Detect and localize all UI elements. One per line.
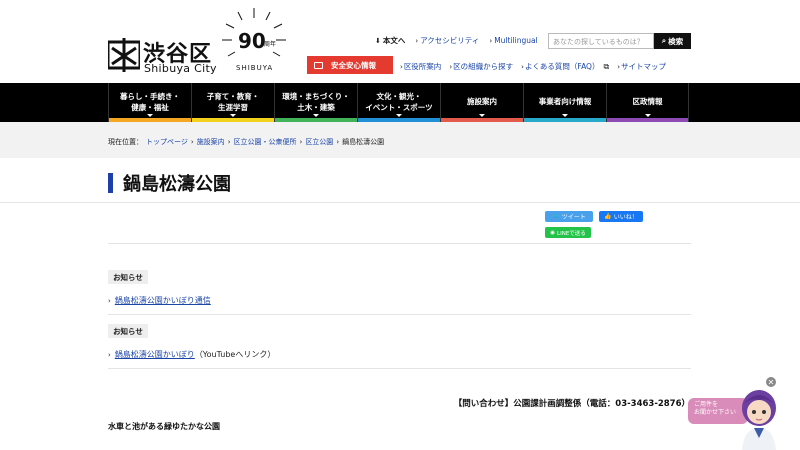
search-button[interactable]: ⌕ 検索 xyxy=(654,33,691,49)
sitemap-label[interactable]: サイトマップ xyxy=(621,61,666,72)
chevron-right-icon: › xyxy=(449,62,453,71)
chevron-right-icon: › xyxy=(521,62,524,71)
chevron-down-icon xyxy=(230,114,236,117)
divider xyxy=(108,243,691,244)
line-share-button[interactable]: ◉ LINEで送る xyxy=(545,227,591,238)
breadcrumb-current: 鍋島松濤公園 xyxy=(342,138,385,146)
gnav-item-business[interactable]: 事業者向け情報 xyxy=(523,83,606,122)
gnav-item-label: 暮らし・手続き・ 健康・福祉 xyxy=(120,92,180,112)
gnav-item-label: 事業者向け情報 xyxy=(538,97,592,107)
sitemap-link[interactable]: › サイトマップ xyxy=(617,61,666,72)
gnav-item-culture[interactable]: 文化・観光・ イベント・スポーツ xyxy=(357,83,440,122)
arrow-down-icon: ⬇ xyxy=(375,36,381,45)
organization-link[interactable]: › 区の組織から探す xyxy=(449,61,513,72)
chevron-right-icon: › xyxy=(299,138,303,146)
skip-to-main-label[interactable]: 本文へ xyxy=(383,35,406,46)
chevron-down-icon xyxy=(396,114,402,117)
breadcrumb-item[interactable]: 施設案内 xyxy=(197,137,225,147)
chevron-right-icon: › xyxy=(617,62,620,71)
chevron-right-icon: › xyxy=(108,350,111,359)
safety-info-label: 安全安心情報 xyxy=(331,60,376,70)
chevron-down-icon xyxy=(562,114,568,117)
notice-label: お知らせ xyxy=(108,324,148,338)
global-nav-items: 暮らし・手続き・ 健康・福祉 子育て・教育・ 生涯学習 環境・まちづくり・ 土木… xyxy=(108,83,689,122)
twitter-bird-icon: 🐦 xyxy=(552,213,560,220)
like-label: いいね！ xyxy=(613,214,638,221)
briefcase-icon xyxy=(314,61,323,69)
notice-link[interactable]: 鍋島松濤公園かいぼり通信 xyxy=(115,295,211,306)
accessibility-link[interactable]: › アクセシビリティ xyxy=(415,35,479,46)
tweet-button[interactable]: 🐦 ツイート xyxy=(545,211,593,222)
breadcrumb-prefix: 現在位置： xyxy=(108,138,143,146)
title-accent-bar xyxy=(108,173,113,193)
gnav-item-label: 子育て・教育・ 生涯学習 xyxy=(206,92,260,112)
gnav-item-facilities[interactable]: 施設案内 xyxy=(440,83,523,122)
chevron-right-icon: › xyxy=(190,138,194,146)
gnav-item-administration[interactable]: 区政情報 xyxy=(606,83,689,122)
sub-nav: › 区役所案内 › 区の組織から探す › よくある質問（FAQ） ⧉ › サイト… xyxy=(400,61,666,72)
logo-subtext: Shibuya City xyxy=(144,62,217,75)
site-header: 渋谷区 Shibuya City 90 周年 SHIBUYA ⬇ 本文へ › ア… xyxy=(0,0,800,83)
notice-item: › 鍋島松濤公園かいぼり （YouTubeへリンク） xyxy=(108,349,275,360)
chevron-down-icon xyxy=(313,114,319,117)
gnav-item-label: 環境・まちづくり・ 土木・建築 xyxy=(282,92,350,112)
chevron-right-icon: › xyxy=(336,138,340,146)
search-icon: ⌕ xyxy=(661,36,667,45)
search-input[interactable]: あなたの探しているものは？ xyxy=(548,33,654,49)
breadcrumb: 現在位置： トップページ › 施設案内 › 区立公園・公衆便所 › 区立公園 ›… xyxy=(108,137,384,147)
multilingual-link[interactable]: › Multilingual xyxy=(489,36,537,45)
accessibility-label[interactable]: アクセシビリティ xyxy=(420,35,479,46)
search-button-label: 検索 xyxy=(668,36,684,46)
global-nav: 暮らし・手続き・ 健康・福祉 子育て・教育・ 生涯学習 環境・まちづくり・ 土木… xyxy=(0,83,800,122)
contact-info: 【問い合わせ】公園課計画調整係（電話：03-3463-2876） xyxy=(453,399,690,409)
utility-nav: ⬇ 本文へ › アクセシビリティ › Multilingual xyxy=(375,35,538,46)
multilingual-label[interactable]: Multilingual xyxy=(494,36,537,45)
chevron-right-icon: › xyxy=(415,36,419,45)
skip-to-main-link[interactable]: ⬇ 本文へ xyxy=(375,35,405,46)
notice-item: › 鍋島松濤公園かいぼり通信 xyxy=(108,295,211,306)
tweet-label: ツイート xyxy=(561,214,586,221)
gnav-item-life[interactable]: 暮らし・手続き・ 健康・福祉 xyxy=(108,83,191,122)
safety-info-button[interactable]: 安全安心情報 xyxy=(307,56,393,74)
line-icon: ◉ xyxy=(550,229,556,236)
notice-label: お知らせ xyxy=(108,270,148,284)
gnav-item-label: 文化・観光・ イベント・スポーツ xyxy=(365,92,433,112)
anniversary-text: SHIBUYA xyxy=(236,64,274,72)
organization-label[interactable]: 区の組織から探す xyxy=(453,61,513,72)
page-title-wrap: 鍋島松濤公園 xyxy=(108,170,231,196)
notice-suffix: （YouTubeへリンク） xyxy=(194,350,276,359)
anniversary-unit: 周年 xyxy=(264,40,276,48)
chevron-right-icon: › xyxy=(400,62,403,71)
gnav-item-label: 区政情報 xyxy=(632,97,663,107)
breadcrumb-item[interactable]: トップページ xyxy=(146,137,188,147)
chevron-right-icon: › xyxy=(227,138,231,146)
faq-label[interactable]: よくある質問（FAQ） xyxy=(525,61,600,72)
divider xyxy=(0,202,800,203)
external-link-icon: ⧉ xyxy=(603,61,610,71)
shibuya-logo-icon[interactable] xyxy=(108,38,140,72)
chevron-right-icon: › xyxy=(489,36,493,45)
breadcrumb-item[interactable]: 区立公園・公衆便所 xyxy=(234,137,297,147)
park-description: 水車と池がある緑ゆたかな公園 xyxy=(108,422,220,431)
line-label: LINEで送る xyxy=(557,230,586,237)
chevron-down-icon xyxy=(147,114,153,117)
chevron-right-icon: › xyxy=(108,296,111,305)
anniversary-number: 90 xyxy=(238,29,266,53)
page-title: 鍋島松濤公園 xyxy=(123,174,231,195)
gnav-item-environment[interactable]: 環境・まちづくり・ 土木・建築 xyxy=(274,83,357,122)
chevron-down-icon xyxy=(479,114,485,117)
facebook-like-button[interactable]: 👍 いいね！ xyxy=(599,211,643,222)
divider xyxy=(108,314,691,315)
faq-link[interactable]: › よくある質問（FAQ） ⧉ xyxy=(521,61,609,72)
gnav-item-label: 施設案内 xyxy=(467,97,497,107)
chevron-down-icon xyxy=(644,114,651,117)
offices-link[interactable]: › 区役所案内 xyxy=(400,61,441,72)
divider xyxy=(108,368,691,369)
thumbs-up-icon: 👍 xyxy=(604,213,612,220)
gnav-item-childcare[interactable]: 子育て・教育・ 生涯学習 xyxy=(191,83,274,122)
notice-link[interactable]: 鍋島松濤公園かいぼり xyxy=(115,349,195,360)
chat-avatar-icon[interactable] xyxy=(734,384,784,450)
breadcrumb-item[interactable]: 区立公園 xyxy=(305,137,333,147)
offices-label[interactable]: 区役所案内 xyxy=(404,61,442,72)
